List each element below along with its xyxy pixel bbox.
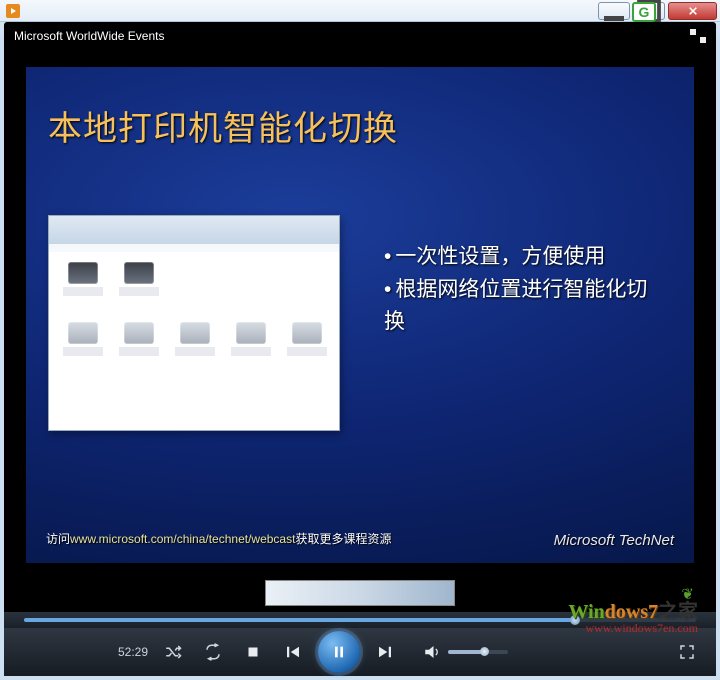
slide-footer: 访问www.microsoft.com/china/technet/webcas… bbox=[46, 530, 391, 547]
volume-slider[interactable] bbox=[448, 650, 508, 654]
slide-brand: Microsoft TechNet bbox=[554, 532, 674, 549]
elapsed-time: 52:29 bbox=[20, 645, 148, 659]
volume-thumb[interactable] bbox=[480, 647, 489, 656]
previous-button[interactable] bbox=[278, 637, 308, 667]
player-body: Microsoft WorldWide Events 本地打印机智能化切换 bbox=[4, 22, 716, 676]
thumbnail[interactable] bbox=[265, 580, 455, 606]
playback-controls: 52:29 bbox=[4, 628, 716, 676]
bullet-item: 一次性设置，方便使用 bbox=[384, 241, 668, 274]
seek-thumb[interactable] bbox=[570, 615, 580, 625]
slide-title: 本地打印机智能化切换 bbox=[48, 101, 398, 150]
slide-bullets: 一次性设置，方便使用 根据网络位置进行智能化切换 bbox=[384, 241, 668, 339]
player-header: Microsoft WorldWide Events bbox=[4, 22, 716, 50]
seek-bar[interactable] bbox=[24, 618, 696, 622]
mute-button[interactable] bbox=[420, 637, 444, 667]
video-title: Microsoft WorldWide Events bbox=[14, 29, 165, 43]
play-pause-button[interactable] bbox=[318, 631, 360, 673]
slide-screenshot bbox=[48, 215, 340, 431]
video-stage: 本地打印机智能化切换 bbox=[4, 50, 716, 574]
shuffle-button[interactable] bbox=[158, 637, 188, 667]
media-player-window: G Microsoft WorldWide Events 本地打印机智能化切换 bbox=[0, 0, 720, 680]
next-button[interactable] bbox=[370, 637, 400, 667]
bullet-item: 根据网络位置进行智能化切换 bbox=[384, 274, 668, 339]
fullscreen-button[interactable] bbox=[672, 637, 702, 667]
close-button[interactable] bbox=[668, 2, 717, 20]
view-switch-icon[interactable] bbox=[690, 29, 706, 43]
seek-bar-row bbox=[4, 612, 716, 628]
stop-button[interactable] bbox=[238, 637, 268, 667]
minimize-button[interactable] bbox=[598, 2, 630, 20]
ime-badge[interactable]: G bbox=[632, 2, 656, 22]
repeat-button[interactable] bbox=[198, 637, 228, 667]
thumbnail-strip bbox=[4, 574, 716, 612]
app-icon bbox=[6, 4, 20, 18]
presentation-slide: 本地打印机智能化切换 bbox=[26, 67, 694, 563]
volume-group bbox=[420, 637, 508, 667]
window-titlebar bbox=[0, 0, 720, 22]
slide-footer-url: www.microsoft.com/china/technet/webcast bbox=[70, 532, 295, 546]
